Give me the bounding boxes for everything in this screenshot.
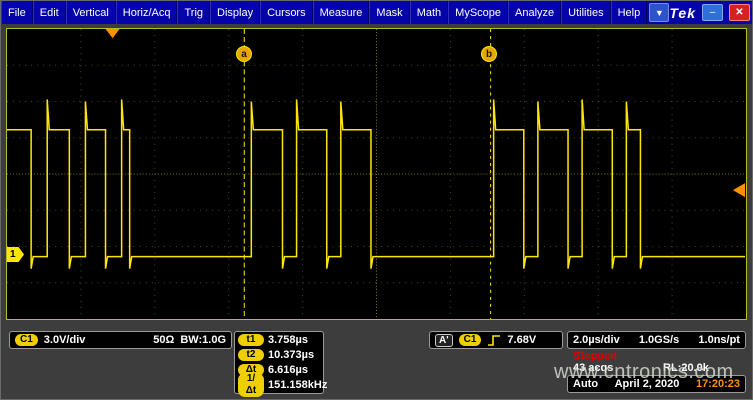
menu-utilities[interactable]: Utilities	[561, 1, 610, 24]
tek-logo: Tek	[669, 5, 696, 21]
minimize-button[interactable]: –	[702, 4, 723, 21]
menu-measure[interactable]: Measure	[313, 1, 370, 24]
rising-edge-icon	[487, 334, 501, 347]
trigger-mode: Auto	[573, 378, 598, 390]
menu-mask[interactable]: Mask	[369, 1, 409, 24]
t1-value: 3.758µs	[268, 334, 308, 346]
inv-dt-badge: 1/Δt	[238, 373, 264, 397]
menu-bar: File Edit Vertical Horiz/Acq Trig Displa…	[1, 1, 753, 24]
t2-badge: t2	[238, 349, 264, 361]
menu-file[interactable]: File	[1, 1, 33, 24]
menu-cursors[interactable]: Cursors	[260, 1, 313, 24]
samplerate-value: 1.0GS/s	[639, 334, 679, 346]
date-value: April 2, 2020	[615, 378, 680, 390]
menu-math[interactable]: Math	[410, 1, 448, 24]
cursor-readouts: t1 3.758µs t2 10.373µs Δt 6.616µs 1/Δt 1…	[234, 331, 324, 394]
resolution-value: 1.0ns/pt	[698, 334, 740, 346]
menu-analyze[interactable]: Analyze	[508, 1, 561, 24]
close-button[interactable]: ✕	[729, 4, 750, 21]
cursor-a-badge[interactable]: a	[236, 46, 252, 62]
cursor-b-badge[interactable]: b	[481, 46, 497, 62]
t1-badge: t1	[238, 334, 264, 346]
trigger-source-badge: C1	[459, 334, 482, 346]
oscilloscope-app: File Edit Vertical Horiz/Acq Trig Displa…	[0, 0, 753, 400]
channel-readout[interactable]: C1 3.0V/div 50Ω BW:1.0G	[9, 331, 232, 349]
trigger-level-icon[interactable]	[733, 183, 745, 197]
waveform-display: a b 1	[6, 28, 747, 320]
time-value: 17:20:23	[696, 378, 740, 390]
cursor-t1-row: t1 3.758µs	[238, 333, 320, 347]
menu-display[interactable]: Display	[210, 1, 260, 24]
close-icon: ✕	[735, 8, 743, 18]
horizontal-readout[interactable]: 2.0µs/div 1.0GS/s 1.0ns/pt	[567, 331, 746, 349]
record-length: RL:20.0k	[663, 362, 709, 374]
channel-badge: C1	[15, 334, 38, 346]
trigger-a-badge: A'	[435, 334, 453, 347]
chevron-down-icon: ▼	[655, 8, 664, 18]
datetime-readout: Auto April 2, 2020 17:20:23	[567, 375, 746, 393]
channel-scale: 3.0V/div	[44, 334, 86, 346]
timebase-value: 2.0µs/div	[573, 334, 620, 346]
menu-dropdown-button[interactable]: ▼	[649, 3, 669, 22]
cursor-freq-row: 1/Δt 151.158kHz	[238, 378, 320, 392]
trigger-position-icon[interactable]	[106, 29, 120, 38]
menu-trig[interactable]: Trig	[177, 1, 210, 24]
minimize-icon: –	[710, 8, 716, 18]
trigger-level-value: 7.68V	[507, 334, 536, 346]
scope-graticule	[7, 29, 746, 319]
menu-horiz-acq[interactable]: Horiz/Acq	[116, 1, 178, 24]
menu-edit[interactable]: Edit	[33, 1, 66, 24]
inv-dt-value: 151.158kHz	[268, 379, 327, 391]
menu-myscope[interactable]: MyScope	[448, 1, 508, 24]
cursor-t2-row: t2 10.373µs	[238, 348, 320, 362]
channel-impedance: 50Ω	[153, 334, 174, 346]
t2-value: 10.373µs	[268, 349, 314, 361]
acquisition-count: 43 acqs	[573, 362, 613, 374]
menu-vertical[interactable]: Vertical	[66, 1, 116, 24]
acquisition-state: Stopped	[573, 350, 617, 362]
menu-help[interactable]: Help	[611, 1, 648, 24]
dt-value: 6.616µs	[268, 364, 308, 376]
channel-bandwidth: BW:1.0G	[180, 334, 226, 346]
trigger-readout[interactable]: A' C1 7.68V	[429, 331, 563, 349]
